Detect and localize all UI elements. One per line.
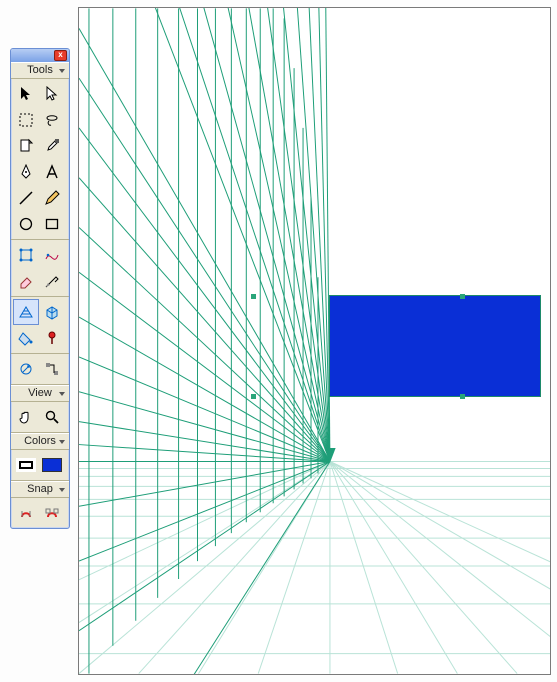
section-header-colors[interactable]: Colors xyxy=(11,433,69,450)
close-icon[interactable]: x xyxy=(54,50,67,61)
palette-titlebar[interactable]: x xyxy=(11,49,69,62)
selection-handle[interactable] xyxy=(251,294,256,299)
snap-grid xyxy=(11,498,69,528)
extrude-tool[interactable] xyxy=(39,299,65,325)
pointer-tool[interactable] xyxy=(13,81,39,107)
paint-bucket-tool[interactable] xyxy=(13,325,39,351)
link-tool[interactable] xyxy=(13,356,39,382)
section-header-snap[interactable]: Snap xyxy=(11,481,69,498)
stroke-swatch[interactable] xyxy=(13,452,39,478)
xtra-tools-grid-2 xyxy=(11,297,69,354)
zoom-tool[interactable] xyxy=(39,404,65,430)
perspective-tool[interactable] xyxy=(13,299,39,325)
page-tool[interactable] xyxy=(13,133,39,159)
fill-swatch[interactable] xyxy=(39,452,65,478)
section-header-view[interactable]: View xyxy=(11,385,69,402)
tools-palette: x Tools View Colors xyxy=(10,48,70,529)
hand-tool[interactable] xyxy=(13,404,39,430)
reshape-tool[interactable] xyxy=(39,242,65,268)
rectangle-tool[interactable] xyxy=(39,211,65,237)
colors-grid xyxy=(11,450,69,481)
snap-to-object-tool[interactable] xyxy=(39,500,65,526)
tools-grid xyxy=(11,79,69,240)
pin-tool[interactable] xyxy=(39,325,65,351)
selection-handle[interactable] xyxy=(460,294,465,299)
eyedropper-tool[interactable] xyxy=(39,133,65,159)
knife-tool[interactable] xyxy=(39,268,65,294)
ellipse-tool[interactable] xyxy=(13,211,39,237)
xtra-tools-grid-1 xyxy=(11,240,69,297)
marquee-tool[interactable] xyxy=(13,107,39,133)
transform-tool[interactable] xyxy=(13,242,39,268)
pencil-tool[interactable] xyxy=(39,185,65,211)
selection-handle[interactable] xyxy=(251,394,256,399)
text-tool[interactable] xyxy=(39,159,65,185)
eraser-tool[interactable] xyxy=(13,268,39,294)
drawing-canvas[interactable] xyxy=(78,7,551,675)
snap-to-point-tool[interactable] xyxy=(13,500,39,526)
section-header-tools[interactable]: Tools xyxy=(11,62,69,79)
view-grid xyxy=(11,402,69,433)
direct-select-tool[interactable] xyxy=(39,81,65,107)
xtra-tools-grid-3 xyxy=(11,354,69,385)
selection-handle[interactable] xyxy=(460,394,465,399)
line-tool[interactable] xyxy=(13,185,39,211)
lasso-tool[interactable] xyxy=(39,107,65,133)
pen-tool[interactable] xyxy=(13,159,39,185)
selected-rectangle[interactable] xyxy=(330,296,540,396)
connector-tool[interactable] xyxy=(39,356,65,382)
